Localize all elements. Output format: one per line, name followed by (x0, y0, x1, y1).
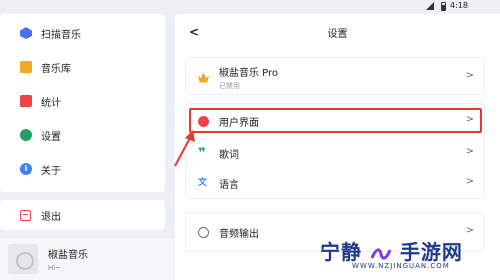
translate-icon: 文 (198, 177, 208, 188)
palette-icon (198, 115, 209, 127)
album-art (8, 244, 38, 274)
status-bar: 4:18 (0, 0, 500, 13)
status-time: 4:18 (450, 1, 468, 10)
sidebar-item-label: 设置 (41, 131, 61, 143)
scan-icon (20, 27, 32, 39)
chart-icon (20, 95, 32, 107)
sidebar-item-label: 关于 (41, 165, 61, 177)
info-icon: i (20, 163, 32, 175)
player-subtitle: Hi~ (48, 264, 62, 272)
settings-item-label: 语言 (219, 179, 239, 191)
crown-icon (198, 72, 209, 83)
quote-icon: ❞ (198, 145, 206, 161)
watermark-main-text: 宁静 (320, 240, 362, 264)
sidebar-item-label: 统计 (41, 97, 61, 109)
settings-header: < 设置 (175, 14, 500, 50)
settings-item-label: 歌词 (219, 149, 239, 161)
sidebar-item-about[interactable]: i 关于 (0, 152, 165, 186)
sidebar-item-scan-music[interactable]: 扫描音乐 (0, 16, 165, 50)
settings-item-lyrics[interactable]: ❞ 歌词 > (186, 138, 484, 168)
page-title: 设置 (327, 29, 348, 40)
audio-icon (198, 226, 209, 238)
settings-item-label: 用户界面 (219, 117, 259, 129)
logout-label: 退出 (41, 211, 61, 223)
watermark-url: WWW.NZJINGUAN.COM (352, 262, 450, 270)
watermark: 宁静 手游网 WWW.NZJINGUAN.COM (320, 234, 500, 280)
library-icon (20, 61, 32, 73)
pro-status: 已禁用 (219, 81, 240, 90)
watermark-main-text-2: 手游网 (399, 240, 463, 264)
pro-label: 椒盐音乐 Pro (219, 67, 279, 79)
chevron-right-icon: > (465, 70, 474, 81)
sidebar-item-library[interactable]: 音乐库 (0, 50, 165, 84)
sidebar-item-label: 扫描音乐 (41, 29, 81, 41)
gear-icon (20, 129, 32, 141)
sidebar-item-statistics[interactable]: 统计 (0, 84, 165, 118)
sidebar-item-label: 音乐库 (41, 63, 71, 75)
signal-icon (426, 2, 434, 10)
pro-row[interactable]: 椒盐音乐 Pro 已禁用 > (186, 62, 484, 92)
settings-group: 用户界面 > ❞ 歌词 > 文 语言 > (185, 103, 485, 199)
player-title: 椒盐音乐 (48, 250, 88, 261)
sidebar: 扫描音乐 音乐库 统计 设置 i 关于 (0, 14, 165, 192)
sidebar-item-settings[interactable]: 设置 (0, 118, 165, 152)
chevron-right-icon: > (465, 114, 474, 125)
settings-item-language[interactable]: 文 语言 > (186, 168, 484, 198)
settings-item-label: 音频输出 (219, 228, 259, 240)
battery-icon (441, 2, 446, 11)
watermark-text: 宁静 手游网 (320, 236, 463, 265)
watermark-logo-icon (370, 247, 392, 260)
exit-icon (20, 209, 31, 221)
logout-button[interactable]: 退出 (0, 200, 165, 230)
pro-card[interactable]: 椒盐音乐 Pro 已禁用 > (185, 57, 485, 95)
settings-item-user-interface[interactable]: 用户界面 > (186, 106, 484, 136)
chevron-right-icon: > (465, 176, 474, 187)
chevron-right-icon: > (465, 146, 474, 157)
